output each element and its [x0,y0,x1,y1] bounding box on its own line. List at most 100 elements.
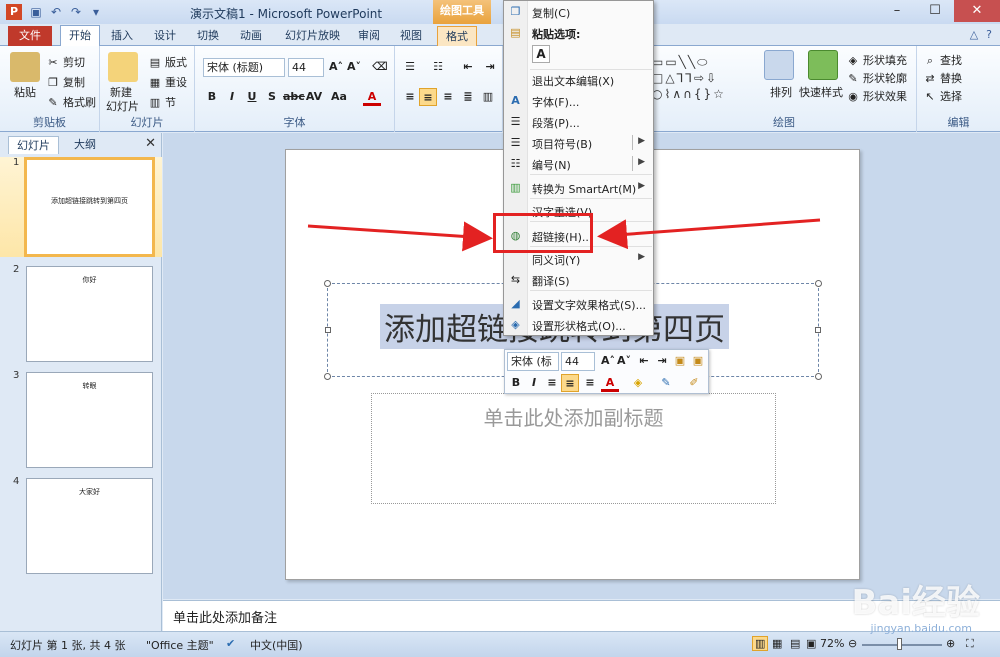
maximize-icon[interactable]: ☐ [916,0,954,22]
paste-keep-text-only[interactable]: A [504,43,653,69]
mini-font-name-combo[interactable]: 宋体 (标 [507,352,559,371]
shape-fill-button[interactable]: ◈ 形状填充 [846,52,907,68]
tab-animations[interactable]: 动画 [232,26,270,46]
mini-shape2-icon[interactable]: ▣ [689,352,707,370]
customize-qat-icon[interactable]: ▾ [88,4,104,20]
shape-outline-button[interactable]: ✎ 形状轮廓 [846,70,907,86]
menu-item-paragraph[interactable]: ☰ 段落(P)... [504,111,653,132]
clear-format-icon[interactable]: ⌫ [371,58,389,76]
bullets-icon[interactable]: ☰ [401,58,419,76]
undo-icon[interactable]: ↶ [48,4,64,20]
tab-insert[interactable]: 插入 [103,26,141,46]
shadow-icon[interactable]: S [263,88,281,106]
copy-button[interactable]: ❐ 复制 [46,74,85,90]
language-status[interactable]: 中文(中国) [250,637,303,653]
cut-button[interactable]: ✂ 剪切 [46,54,85,70]
slide-thumbnail-2[interactable]: 2 你好 [0,264,162,364]
menu-item-text-effects[interactable]: ◢ 设置文字效果格式(S)... [504,293,653,314]
menu-item-convert-smartart[interactable]: ▥ 转换为 SmartArt(M) ▶ [504,177,653,198]
mini-increase-indent-icon[interactable]: ⇥ [653,352,671,370]
mini-italic-icon[interactable]: I [525,374,543,392]
mini-align-right-icon[interactable]: ≡ [581,374,599,392]
menu-item-font[interactable]: A 字体(F)... [504,90,653,111]
save-icon[interactable]: ▣ [28,4,44,20]
change-case-icon[interactable]: Aa [330,88,348,106]
mini-decrease-indent-icon[interactable]: ⇤ [635,352,653,370]
help-icon[interactable]: ? [986,28,992,41]
menu-item-numbering[interactable]: ☷ 编号(N) ▶ [504,153,653,174]
arrange-icon[interactable] [764,50,794,80]
underline-icon[interactable]: U [243,88,261,106]
char-spacing-icon[interactable]: AV [305,88,323,106]
layout-button[interactable]: ▤ 版式 [148,54,187,70]
mini-bold-icon[interactable]: B [507,374,525,392]
tab-view[interactable]: 视图 [392,26,430,46]
select-button[interactable]: ↖ 选择 [923,88,962,104]
strikethrough-icon[interactable]: abc [283,88,305,106]
find-button[interactable]: ⌕ 查找 [923,52,962,68]
tab-transitions[interactable]: 切换 [189,26,227,46]
align-right-icon[interactable]: ≡ [439,88,457,106]
align-left-icon[interactable]: ≡ [401,88,419,106]
tab-home[interactable]: 开始 [60,25,100,47]
increase-indent-icon[interactable]: ⇥ [481,58,499,76]
zoom-slider-thumb[interactable] [897,638,902,650]
italic-icon[interactable]: I [223,88,241,106]
minimize-icon[interactable]: – [878,0,916,22]
tab-format[interactable]: 格式 [437,26,477,46]
zoom-in-icon[interactable]: ⊕ [946,637,955,650]
spellcheck-icon[interactable]: ✔ [226,637,235,650]
justify-icon[interactable]: ≣ [459,88,477,106]
resize-handle[interactable] [815,373,822,380]
mini-fill-icon[interactable]: ◈ [629,374,647,392]
menu-item-bullets[interactable]: ☰ 项目符号(B) ▶ [504,132,653,153]
mini-shape-icon[interactable]: ▣ [671,352,689,370]
align-center-icon[interactable]: ≡ [419,88,437,106]
quick-styles-button[interactable]: 快速样式 [799,84,843,100]
slide-thumbnail-3[interactable]: 3 转眼 [0,370,162,470]
mini-align-left-icon[interactable]: ≡ [543,374,561,392]
replace-button[interactable]: ⇄ 替换 [923,70,962,86]
resize-handle[interactable] [324,373,331,380]
menu-item-exit-text-edit[interactable]: 退出文本编辑(X) [504,69,653,90]
shrink-font-icon[interactable]: A˅ [345,58,363,76]
zoom-out-icon[interactable]: ⊖ [848,637,857,650]
mini-outline-icon[interactable]: ✎ [657,374,675,392]
zoom-level[interactable]: 72% [820,637,844,650]
menu-item-translate[interactable]: ⇆ 翻译(S) [504,269,653,290]
font-size-combo[interactable]: 44 [288,58,324,77]
menu-item-copy[interactable]: ❐ 复制(C) [504,1,653,22]
new-slide-label-2[interactable]: 幻灯片 [106,98,139,114]
slide-thumbnail-4[interactable]: 4 大家好 [0,476,162,576]
font-color-icon[interactable]: A [363,88,381,106]
tab-file[interactable]: 文件 [8,26,52,46]
zoom-slider[interactable] [862,644,942,646]
tab-review[interactable]: 审阅 [350,26,388,46]
slideshow-view-icon[interactable]: ▣ [806,637,816,650]
powerpoint-app-icon[interactable]: P [6,4,22,20]
numbering-icon[interactable]: ☷ [429,58,447,76]
columns-icon[interactable]: ▥ [479,88,497,106]
reset-button[interactable]: ▦ 重设 [148,74,187,90]
mini-shrink-font-icon[interactable]: A˅ [615,352,633,370]
redo-icon[interactable]: ↷ [68,4,84,20]
tab-slideshow[interactable]: 幻灯片放映 [277,26,348,46]
mini-align-center-icon[interactable]: ≡ [561,374,579,392]
quick-styles-icon[interactable] [808,50,838,80]
menu-item-shape-format[interactable]: ◈ 设置形状格式(O)... [504,314,653,335]
grow-font-icon[interactable]: A˄ [327,58,345,76]
paste-button[interactable]: 粘贴 [14,84,36,100]
resize-handle[interactable] [815,327,821,333]
fit-to-window-icon[interactable]: ⛶ [966,637,974,651]
paste-icon[interactable] [10,52,40,82]
slide-sorter-icon[interactable]: ▦ [772,637,782,650]
subtitle-placeholder[interactable]: 单击此处添加副标题 [371,393,776,504]
tab-slides-pane[interactable]: 幻灯片 [8,136,59,154]
mini-format-painter-icon[interactable]: ✐ [685,374,703,392]
decrease-indent-icon[interactable]: ⇤ [459,58,477,76]
normal-view-icon[interactable]: ▥ [752,636,769,651]
format-painter-button[interactable]: ✎ 格式刷 [46,94,96,110]
tab-design[interactable]: 设计 [146,26,184,46]
shapes-gallery[interactable]: ▭▭╲╲⬭ □△⅂⅂⇨⇩ ○⌇∧∩{}☆ [652,54,757,102]
arrange-button[interactable]: 排列 [770,84,792,100]
